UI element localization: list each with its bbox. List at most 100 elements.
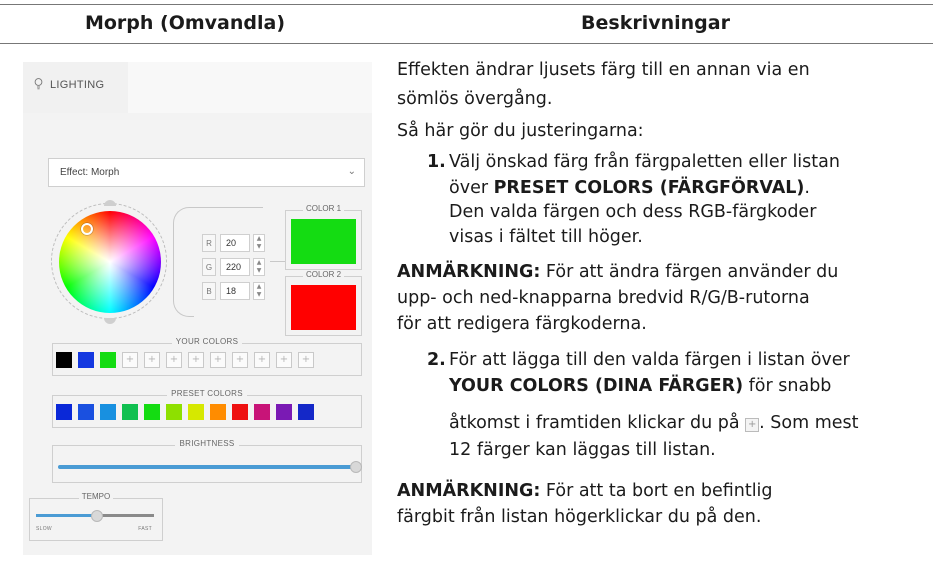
intro-line-1: Effekten ändrar ljusets färg till en ann… [397,60,810,80]
table-top-rule [0,4,933,5]
color2-swatch[interactable] [291,285,356,330]
tempo-group: TEMPO SLOW FAST [29,492,163,541]
add-color-slot[interactable]: + [276,352,292,368]
howto-line: Så här gör du justeringarna: [397,121,644,141]
color2-box[interactable]: COLOR 2 [285,270,362,336]
effect-dropdown[interactable]: Effect: Morph ⌄ [48,158,365,187]
preset-color-swatch[interactable] [56,404,72,420]
add-color-slot[interactable]: + [298,352,314,368]
color1-swatch[interactable] [291,219,356,264]
step1-line-4: visas i fältet till höger. [449,227,643,247]
preset-colors-list [56,404,314,420]
step2-text-b: . Som mest [759,413,859,433]
b-value-input[interactable]: 18 [220,282,250,300]
add-color-icon: + [745,418,760,432]
tempo-track-fill[interactable] [36,514,96,517]
color-wheel-area[interactable] [51,200,167,324]
note2-text: För att ta bort en befintlig [540,481,773,501]
add-color-slot[interactable]: + [254,352,270,368]
step1-period: . [804,178,810,198]
your-color-swatch[interactable] [100,352,116,368]
step1-line-3: Den valda färgen och dess RGB-färgkoder [449,202,817,222]
g-value-input[interactable]: 220 [220,258,250,276]
header-rule [0,43,933,44]
preset-color-swatch[interactable] [210,404,226,420]
step2-line-2: YOUR COLORS (DINA FÄRGER) för snabb [449,374,831,398]
step2-line-1: För att lägga till den valda färgen i li… [449,350,850,370]
tempo-fast-label: FAST [138,526,152,532]
add-color-slot[interactable]: + [166,352,182,368]
note1-line-1: ANMÄRKNING: För att ändra färgen använde… [397,260,838,284]
rgb-row-g: G 220 ▲ ▼ [202,258,270,276]
note1-line-3: för att redigera färgkoderna. [397,314,647,334]
brightness-label: BRIGHTNESS [175,439,239,448]
preset-colors-label: PRESET COLORS [167,389,247,398]
chevron-down-icon: ⌄ [347,166,356,177]
step2-text: för snabb [743,376,832,396]
wheel-top-handle[interactable] [104,200,116,206]
step2-bold-term: YOUR COLORS (DINA FÄRGER) [449,376,744,396]
g-stepper[interactable]: ▲ ▼ [253,258,265,276]
step2-number: 2. [427,350,446,370]
note1-text: För att ändra färgen använder du [540,262,839,282]
tempo-track[interactable] [96,514,154,517]
rgb-row-b: B 18 ▲ ▼ [202,282,270,300]
note1-line-2: upp- och ned-knapparna bredvid R/G/B-rut… [397,288,810,308]
preset-colors-group: PRESET COLORS [52,389,362,428]
brightness-slider[interactable] [58,461,362,473]
preset-color-swatch[interactable] [254,404,270,420]
color-wheel-selector[interactable] [81,223,93,235]
connector-line [270,261,285,262]
column-header-left: Morph (Omvandla) [84,12,286,34]
preset-color-swatch[interactable] [298,404,314,420]
preset-color-swatch[interactable] [100,404,116,420]
color1-label: COLOR 1 [302,204,345,213]
r-stepper[interactable]: ▲ ▼ [253,234,265,252]
tab-lighting[interactable]: LIGHTING [23,62,128,113]
add-color-slot[interactable]: + [210,352,226,368]
step1-number: 1. [427,152,446,172]
your-colors-label: YOUR COLORS [171,337,243,346]
note1-label: ANMÄRKNING: [397,262,541,282]
your-colors-list: + + + + + + + + + [56,352,314,368]
step1-line-2: över PRESET COLORS (FÄRGFÖRVAL). [449,176,810,200]
preset-color-swatch[interactable] [188,404,204,420]
b-channel-label: B [202,282,216,300]
preset-color-swatch[interactable] [276,404,292,420]
tempo-label: TEMPO [78,492,114,501]
intro-line-2: sömlös övergång. [397,89,553,109]
tempo-slider-thumb[interactable] [91,510,103,522]
brightness-slider-thumb[interactable] [350,461,362,473]
color2-label: COLOR 2 [302,270,345,279]
preset-color-swatch[interactable] [122,404,138,420]
connector-line [193,207,263,208]
your-color-swatch[interactable] [78,352,94,368]
add-color-slot[interactable]: + [232,352,248,368]
tab-strip [128,62,372,113]
add-color-slot[interactable]: + [144,352,160,368]
note2-label: ANMÄRKNING: [397,481,541,501]
step1-line-1: Välj önskad färg från färgpaletten eller… [449,152,840,172]
color-wheel[interactable] [59,211,161,313]
r-channel-label: R [202,234,216,252]
preset-color-swatch[interactable] [78,404,94,420]
your-color-swatch[interactable] [56,352,72,368]
note2-line-1: ANMÄRKNING: För att ta bort en befintlig [397,479,773,503]
step1-text: över [449,178,494,198]
column-header-right: Beskrivningar [581,12,730,34]
tempo-slow-label: SLOW [36,526,52,532]
preset-color-swatch[interactable] [232,404,248,420]
preset-color-swatch[interactable] [166,404,182,420]
g-channel-label: G [202,258,216,276]
r-value-input[interactable]: 20 [220,234,250,252]
b-stepper[interactable]: ▲ ▼ [253,282,265,300]
color1-box[interactable]: COLOR 1 [285,204,362,270]
step1-bold-term: PRESET COLORS (FÄRGFÖRVAL) [493,178,805,198]
step2-line-3: åtkomst i framtiden klickar du på +. Som… [449,411,859,435]
preset-color-swatch[interactable] [144,404,160,420]
note2-line-2: färgbit från listan högerklickar du på d… [397,507,762,527]
add-color-slot[interactable]: + [122,352,138,368]
lighting-panel-screenshot: LIGHTING Effect: Morph ⌄ R 20 ▲ ▼ G 220 ▲… [23,62,372,555]
add-color-slot[interactable]: + [188,352,204,368]
rgb-bracket [173,207,194,317]
